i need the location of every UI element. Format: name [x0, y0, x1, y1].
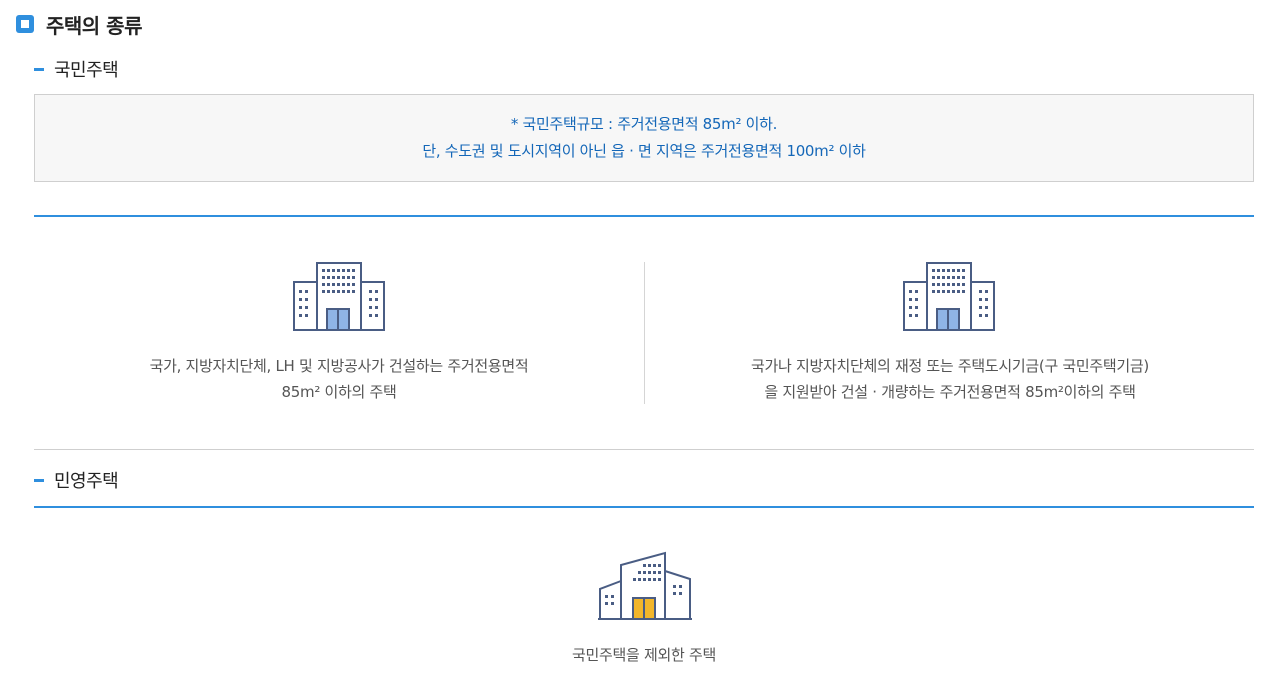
section-separator — [34, 449, 1254, 450]
dash-bullet-icon — [34, 478, 44, 482]
private-building-icon — [598, 551, 692, 620]
national-item-2-description: 국가나 지방자치단체의 재정 또는 주택도시기금(구 국민주택기금) 을 지원받… — [645, 353, 1255, 405]
section-heading-national: 국민주택 — [34, 57, 119, 81]
private-item-description: 국민주택을 제외한 주택 — [34, 642, 1254, 668]
description-line: 국가나 지방자치단체의 재정 또는 주택도시기금(구 국민주택기금) — [751, 357, 1149, 375]
section-heading-text: 국민주택 — [54, 60, 119, 81]
section-heading-private: 민영주택 — [34, 468, 119, 492]
square-bullet-icon — [16, 15, 34, 33]
size-note-box: * 국민주택규모 : 주거전용면적 85m² 이하. 단, 수도권 및 도시지역… — [34, 94, 1254, 182]
page-title: 주택의 종류 — [16, 10, 142, 38]
description-line: 85m² 이하의 주택 — [281, 383, 397, 401]
description-line: 국가, 지방자치단체, LH 및 지방공사가 건설하는 주거전용면적 — [149, 357, 529, 375]
section-divider-private — [34, 506, 1254, 508]
description-line: 국민주택을 제외한 주택 — [572, 646, 716, 664]
apartment-building-icon — [293, 262, 385, 331]
apartment-building-icon — [903, 262, 995, 331]
section-divider-top — [34, 215, 1254, 217]
note-line-1: * 국민주택규모 : 주거전용면적 85m² 이하. — [510, 115, 778, 133]
description-line: 을 지원받아 건설 · 개량하는 주거전용면적 85m²이하의 주택 — [764, 383, 1136, 401]
national-item-1-description: 국가, 지방자치단체, LH 및 지방공사가 건설하는 주거전용면적 85m² … — [34, 353, 644, 405]
note-line-2: 단, 수도권 및 도시지역이 아닌 읍 · 면 지역은 주거전용면적 100m²… — [422, 142, 866, 160]
page-title-text: 주택의 종류 — [46, 13, 142, 38]
dash-bullet-icon — [34, 67, 44, 71]
section-heading-text: 민영주택 — [54, 471, 119, 492]
